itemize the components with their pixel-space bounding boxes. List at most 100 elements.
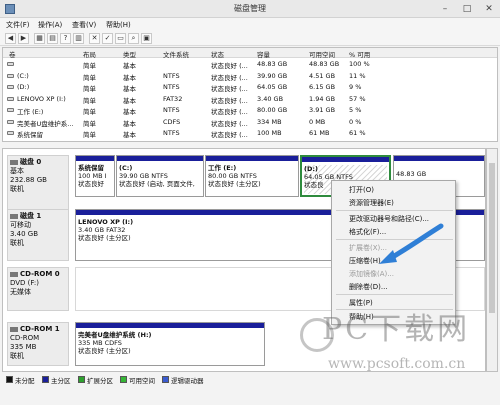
column-header-capacity[interactable]: 容量 — [257, 49, 270, 59]
table-cell: 状态良好 (... — [211, 96, 248, 105]
menu-view[interactable]: 查看(V) — [72, 20, 96, 30]
drive-icon — [7, 108, 14, 112]
disk-name: 磁盘 1 — [20, 212, 42, 220]
table-cell: FAT32 — [163, 94, 183, 103]
table-cell: 基本 — [123, 85, 136, 93]
menu-item-add-mirror: 添加镜像(A)... — [349, 270, 394, 278]
column-header-status[interactable]: 状态 — [211, 49, 224, 59]
table-row[interactable]: (C:) 简单 基本 NTFS 状态良好 (... 39.90 GB 4.51 GB 11 % — [3, 71, 497, 82]
table-cell: 状态良好 (... — [211, 119, 248, 128]
partition-size: 80.00 GB NTFS — [208, 172, 257, 180]
partition-status: 状态良好 — [78, 180, 104, 188]
disk-name: 磁盘 0 — [20, 158, 42, 166]
table-row[interactable]: 简单 基本 状态良好 (... 48.83 GB 48.83 GB 100 % — [3, 59, 497, 70]
console-tree-icon[interactable]: ▦ — [34, 33, 45, 44]
toolbar: ◀ ▶ ▦ ▤ ? ▥ ✕ ✓ ▭ ⌕ ▣ — [0, 31, 500, 46]
column-header-percent-free[interactable]: % 可用 — [349, 49, 370, 59]
table-row[interactable]: (D:) 简单 基本 NTFS 状态良好 (... 64.05 GB 6.15 GB 9 % — [3, 82, 497, 93]
table-cell: (C:) — [17, 71, 29, 80]
partition-e[interactable]: 工作 (E:) 80.00 GB NTFS 状态良好 (主分区) — [205, 155, 299, 197]
table-cell: 状态良好 (... — [211, 62, 248, 70]
table-cell: 61 MB — [309, 129, 330, 137]
table-cell: LENOVO XP (I:) — [17, 94, 66, 103]
partition-c[interactable]: (C:) 39.90 GB NTFS 状态良好 (启动, 页面文件, — [116, 155, 204, 197]
table-cell: 5 % — [349, 106, 362, 114]
close-button[interactable]: ✕ — [478, 0, 500, 18]
table-cell: 61 % — [349, 129, 366, 137]
partition-status: 状态良好 (启动, 页面文件, — [119, 180, 195, 188]
table-row[interactable]: 工作 (E:) 简单 基本 NTFS 状态良好 (... 80.00 GB 3.91 GB 5… — [3, 105, 497, 116]
forward-arrow-icon[interactable]: ▶ — [18, 33, 29, 44]
drive-icon — [7, 131, 14, 135]
legend-label-extended: 扩展分区 — [87, 377, 113, 385]
open-folder-icon[interactable]: ▭ — [115, 33, 126, 44]
drive-icon — [7, 73, 14, 78]
table-row[interactable]: LENOVO XP (I:) 简单 基本 FAT32 状态良好 (... 3.40 GB 1… — [3, 94, 497, 105]
close-x-icon[interactable]: ✕ — [89, 33, 100, 44]
partition-name: 系统保留 — [78, 164, 104, 172]
menu-item-explorer[interactable]: 资源管理器(E) — [349, 198, 394, 208]
table-row[interactable]: 系统保留 简单 基本 NTFS 状态良好 (... 100 MB 61 MB 61 % — [3, 128, 497, 139]
table-cell: 3.40 GB — [257, 94, 284, 103]
partition-name: (C:) — [119, 164, 133, 172]
legend-label-primary: 主分区 — [51, 377, 71, 385]
table-cell: 基本 — [123, 62, 136, 70]
volume-list: 卷 布局 类型 文件系统 状态 容量 可用空间 % 可用 简单 基本 状态良好 (.… — [2, 47, 498, 142]
table-cell: 3.91 GB — [309, 106, 336, 114]
column-header-volume[interactable]: 卷 — [9, 49, 16, 59]
partition-size: 335 MB CDFS — [78, 339, 122, 347]
disk-status: 联机 — [10, 185, 24, 193]
menu-action[interactable]: 操作(A) — [38, 20, 62, 30]
menu-item-open[interactable]: 打开(O) — [349, 185, 374, 195]
menu-bar: 文件(F) 操作(A) 查看(V) 帮助(H) — [0, 18, 500, 31]
menu-help[interactable]: 帮助(H) — [106, 20, 131, 30]
search-icon[interactable]: ⌕ — [128, 33, 139, 44]
table-cell: 11 % — [349, 71, 366, 80]
table-cell: 简单 — [83, 62, 96, 70]
scrollbar-thumb[interactable] — [489, 163, 495, 313]
table-cell: 基本 — [123, 119, 136, 128]
legend-swatch-primary — [42, 376, 49, 383]
legend-swatch-extended — [78, 376, 85, 383]
table-cell: 39.90 GB — [257, 71, 288, 80]
column-header-type[interactable]: 类型 — [123, 49, 136, 59]
table-cell: NTFS — [163, 71, 180, 80]
cdrom-1-info[interactable]: CD-ROM 1 CD-ROM 335 MB 联机 — [7, 322, 69, 366]
partition-name: 完美者U盘维护系统 (H:) — [78, 331, 152, 339]
minimize-button[interactable]: – — [434, 0, 456, 18]
column-header-layout[interactable]: 布局 — [83, 49, 96, 59]
check-icon[interactable]: ✓ — [102, 33, 113, 44]
maximize-button[interactable]: □ — [456, 0, 478, 18]
disk-0-info[interactable]: 磁盘 0 基本 232.88 GB 联机 — [7, 155, 69, 217]
watermark-title: PC下载网 — [322, 312, 471, 347]
column-header-filesystem[interactable]: 文件系统 — [163, 49, 189, 59]
menu-item-delete-volume[interactable]: 删除卷(D)... — [349, 282, 388, 292]
table-cell: 4.51 GB — [309, 71, 336, 80]
disk-1-info[interactable]: 磁盘 1 可移动 3.40 GB 联机 — [7, 209, 69, 261]
detail-view-icon[interactable]: ▣ — [141, 33, 152, 44]
cdrom-0-info[interactable]: CD-ROM 0 DVD (F:) 无媒体 — [7, 267, 69, 311]
window-title: 磁盘管理 — [234, 4, 266, 13]
table-cell: 简单 — [83, 131, 96, 139]
table-cell: 0 MB — [309, 117, 326, 126]
table-row[interactable]: 完美者U盘维护系... 简单 基本 CDFS 状态良好 (... 334 MB 0 MB 0 … — [3, 117, 497, 128]
table-cell: 简单 — [83, 73, 96, 82]
dvd-drive-icon — [10, 271, 18, 277]
properties-icon[interactable]: ▤ — [47, 33, 58, 44]
legend-swatch-free — [120, 376, 127, 383]
drive-icon — [7, 96, 14, 101]
partition-system-reserved[interactable]: 系统保留 100 MB I 状态良好 — [75, 155, 115, 197]
partition-cd-h[interactable]: 完美者U盘维护系统 (H:) 335 MB CDFS 状态良好 (主分区) — [75, 322, 265, 366]
column-header-free-space[interactable]: 可用空间 — [309, 49, 335, 59]
disk-status: 联机 — [10, 352, 24, 360]
back-arrow-icon[interactable]: ◀ — [5, 33, 16, 44]
table-cell: 简单 — [83, 85, 96, 93]
table-cell: 334 MB — [257, 117, 282, 126]
menu-file[interactable]: 文件(F) — [6, 20, 30, 30]
help-icon[interactable]: ? — [60, 33, 71, 44]
drive-icon — [7, 119, 14, 124]
table-cell: 状态良好 (... — [211, 108, 248, 116]
table-cell: 基本 — [123, 131, 136, 139]
list-view-icon[interactable]: ▥ — [73, 33, 84, 44]
drive-icon — [7, 62, 14, 66]
